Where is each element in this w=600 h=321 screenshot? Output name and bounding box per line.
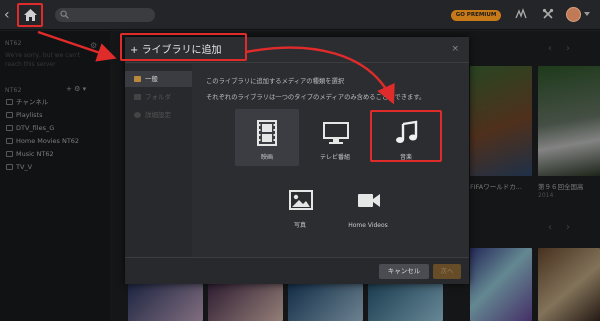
search-icon <box>60 10 69 19</box>
video-camera-icon <box>358 194 380 207</box>
tab-general[interactable]: 一般 <box>125 71 192 87</box>
type-label: 写真 <box>293 222 306 229</box>
settings-tools-icon[interactable] <box>542 8 554 20</box>
type-home-videos-button[interactable]: Home Videos <box>336 177 400 234</box>
dialog-note: それぞれのライブラリは一つのタイプのメディアのみ含めることができます。 <box>206 94 426 101</box>
type-photos-button[interactable]: 写真 <box>268 177 332 234</box>
film-icon <box>257 120 277 146</box>
back-arrow-icon[interactable]: ‹ <box>4 7 14 23</box>
title-highlight: + ライブラリに追加 <box>120 33 247 61</box>
tab-label: フォルダ <box>145 93 171 101</box>
type-label: テレビ番組 <box>319 154 350 161</box>
type-label: 音楽 <box>399 154 412 161</box>
type-label: Home Videos <box>348 222 388 229</box>
top-bar: ‹ GO PREMIUM <box>0 0 600 30</box>
close-icon[interactable]: × <box>451 44 459 54</box>
dialog-footer: キャンセル 次へ <box>125 257 469 284</box>
home-icon[interactable] <box>23 8 38 22</box>
music-icon <box>396 120 418 143</box>
gear-icon <box>134 112 141 118</box>
tab-folders[interactable]: フォルダ <box>125 89 192 105</box>
go-premium-button[interactable]: GO PREMIUM <box>451 10 501 21</box>
user-avatar[interactable] <box>566 7 581 22</box>
type-label: 映画 <box>260 154 273 161</box>
search-input[interactable] <box>55 8 155 22</box>
add-library-dialog: + ライブラリに追加 × 一般 フォルダ 詳細設定 このライブラリに追加するメデ… <box>120 33 469 284</box>
cancel-button[interactable]: キャンセル <box>379 264 429 279</box>
tab-advanced[interactable]: 詳細設定 <box>125 107 192 123</box>
type-music-button[interactable]: 音楽 <box>374 109 438 166</box>
type-movies-button[interactable]: 映画 <box>235 109 299 166</box>
dialog-title-text: ライブラリに追加 <box>141 45 222 56</box>
dialog-header: + ライブラリに追加 × <box>120 33 469 63</box>
dialog-title: + ライブラリに追加 <box>130 41 222 56</box>
type-tv-button[interactable]: テレビ番組 <box>303 109 367 166</box>
dialog-nav: 一般 フォルダ 詳細設定 <box>125 64 192 257</box>
tab-label: 詳細設定 <box>145 111 171 119</box>
general-icon <box>134 76 141 82</box>
plus-icon: + <box>130 45 142 56</box>
dialog-description: このライブラリに追加するメディアの種類を選択 <box>206 78 345 85</box>
home-button-highlight[interactable] <box>17 3 43 27</box>
folder-icon <box>134 94 141 100</box>
next-button[interactable]: 次へ <box>433 264 461 279</box>
chevron-down-icon[interactable] <box>584 12 590 16</box>
photo-icon <box>289 190 313 210</box>
activity-icon[interactable] <box>515 8 527 20</box>
tab-label: 一般 <box>145 75 158 83</box>
tv-icon <box>323 122 349 144</box>
